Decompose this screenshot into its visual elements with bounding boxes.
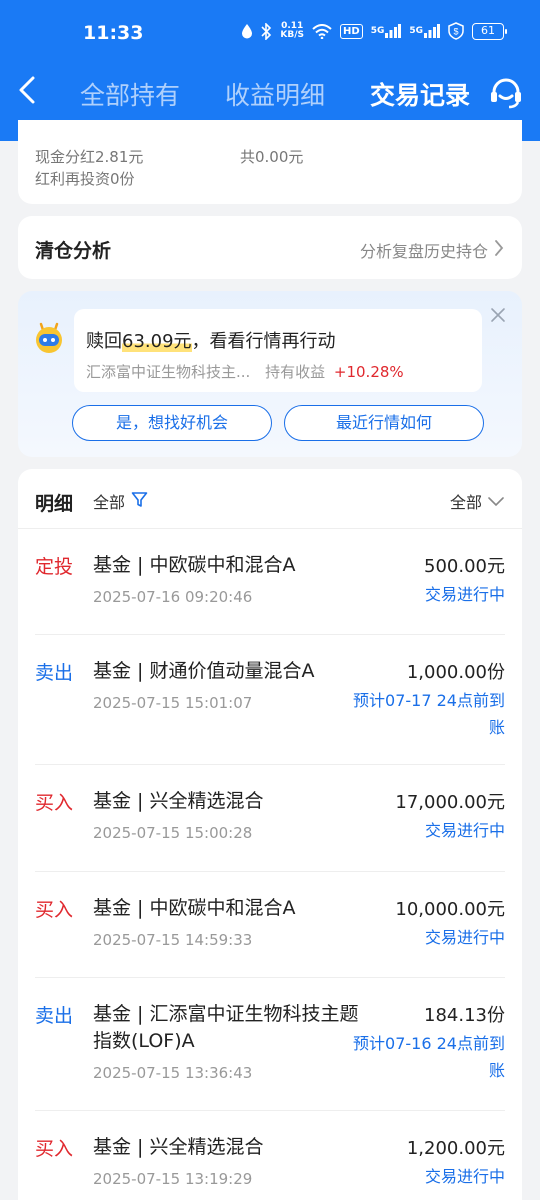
fund-name: 基金 | 兴全精选混合 [93,1136,264,1158]
transaction-row[interactable]: 买入 基金 | 兴全精选混合 2025-07-15 15:00:28 17,00… [35,765,505,872]
battery-indicator: 61 [472,22,507,40]
transaction-date: 2025-07-15 15:01:07 [93,694,253,712]
clearance-subtitle: 分析复盘历史持仓 [359,242,488,261]
transaction-type: 买入 [35,792,74,814]
chevron-right-icon [494,239,504,261]
transaction-status: 预计07-17 24点前到账 [353,691,505,737]
type-filter-label: 全部 [93,493,126,512]
assistant-promo-card: 赎回63.09元，看看行情再行动 汇添富中证生物科技主... 持有收益 +10.… [18,291,522,457]
chevron-down-icon [488,492,504,511]
holding-percent: +10.28% [333,363,404,381]
transaction-status: 交易进行中 [424,1167,505,1186]
transaction-row[interactable]: 定投 基金 | 中欧碳中和混合A 2025-07-16 09:20:46 500… [35,529,505,635]
redeem-message: 赎回63.09元，看看行情再行动 [86,327,336,353]
transaction-type: 买入 [35,899,74,921]
holding-label: 持有收益 [265,363,326,381]
transaction-amount: 10,000.00元 [395,899,505,920]
robot-assistant-icon [32,321,66,355]
shield-dollar-icon: $ [448,22,464,40]
close-icon[interactable] [490,307,506,323]
transaction-row[interactable]: 卖出 基金 | 财通价值动量混合A 2025-07-15 15:01:07 1,… [35,635,505,765]
customer-service-icon[interactable] [488,76,524,110]
fund-name: 基金 | 汇添富中证生物科技主题指数(LOF)A [93,1003,359,1052]
water-drop-icon [241,23,253,39]
wifi-icon [312,23,332,39]
list-header: 明细 全部 全部 [18,469,522,529]
back-button[interactable] [14,72,44,112]
clearance-link[interactable]: 分析复盘历史持仓 [360,238,504,262]
transaction-date: 2025-07-16 09:20:46 [93,588,253,606]
status-filter-label: 全部 [449,493,482,512]
transaction-status: 预计07-16 24点前到账 [353,1034,505,1080]
signal-label-2: 5G [409,26,423,36]
status-time: 11:33 [83,22,144,44]
transaction-row[interactable]: 买入 基金 | 兴全精选混合 2025-07-15 13:19:29 1,200… [35,1111,505,1200]
transaction-amount: 1,200.00元 [406,1138,505,1159]
redeem-amount: 63.09元 [122,331,192,352]
type-filter[interactable]: 全部 [93,489,148,513]
transaction-row[interactable]: 卖出 基金 | 汇添富中证生物科技主题指数(LOF)A 2025-07-15 1… [35,978,505,1111]
dividend-total: 共0.00元 [240,148,304,166]
transaction-row[interactable]: 买入 基金 | 中欧碳中和混合A 2025-07-15 14:59:33 10,… [35,872,505,978]
signal-icon: 5G [371,24,402,38]
clearance-title: 清仓分析 [35,240,112,262]
signal-icon-2: 5G [409,24,440,38]
market-trend-button[interactable]: 最近行情如何 [284,405,484,441]
status-bar: 11:33 0.11 KB/S HD 5G 5G $ 61 [0,0,540,70]
tab-trade-records[interactable]: 交易记录 [370,76,471,127]
transaction-type: 卖出 [35,1005,74,1027]
signal-label-1: 5G [370,26,385,36]
dividend-summary-card: 现金分红2.81元 共0.00元 红利再投资0份 [18,120,522,204]
cash-dividend: 现金分红2.81元 [35,148,144,166]
svg-text:$: $ [453,27,458,37]
transaction-amount: 500.00元 [424,556,505,577]
network-speed: 0.11 KB/S [280,22,304,40]
transaction-date: 2025-07-15 14:59:33 [93,931,253,949]
transaction-status: 交易进行中 [424,585,505,604]
transaction-status: 交易进行中 [424,928,505,947]
transaction-date: 2025-07-15 13:36:43 [93,1064,253,1082]
fund-name: 基金 | 兴全精选混合 [93,790,264,812]
reinvest-shares: 红利再投资0份 [35,170,135,188]
transaction-status: 交易进行中 [424,821,505,840]
filter-icon [131,491,148,512]
transaction-date: 2025-07-15 13:19:29 [93,1170,253,1188]
assistant-message-bubble: 赎回63.09元，看看行情再行动 汇添富中证生物科技主... 持有收益 +10.… [74,309,482,392]
tab-all-holdings[interactable]: 全部持有 [80,76,180,126]
transaction-list-card: 明细 全部 全部 定投 基金 | 中欧碳中和混合A 2025-07-16 09:… [18,469,522,1200]
transaction-date: 2025-07-15 15:00:28 [93,824,253,842]
list-title: 明细 [35,493,74,515]
tab-income-detail[interactable]: 收益明细 [225,76,325,126]
bluetooth-icon [261,22,272,40]
transaction-type: 定投 [35,556,74,578]
redeem-suffix: ，看看行情再行动 [191,331,336,352]
transaction-amount: 1,000.00份 [406,662,505,683]
status-icons: 0.11 KB/S HD 5G 5G $ 61 [241,22,507,40]
fund-holding-info: 汇添富中证生物科技主... 持有收益 +10.28% [86,361,404,382]
fund-name: 基金 | 中欧碳中和混合A [93,897,296,919]
speed-unit: KB/S [280,30,305,40]
fund-name: 基金 | 中欧碳中和混合A [93,554,296,576]
clearance-analysis-card[interactable]: 清仓分析 分析复盘历史持仓 [18,216,522,279]
transaction-amount: 17,000.00元 [395,792,505,813]
transaction-amount: 184.13份 [424,1005,505,1026]
fund-name: 基金 | 财通价值动量混合A [93,660,315,682]
header-tabs: 全部持有 收益明细 交易记录 [80,76,515,127]
status-filter[interactable]: 全部 [450,489,504,513]
promo-fund-name: 汇添富中证生物科技主... [86,363,251,381]
redeem-prefix: 赎回 [86,331,122,352]
transaction-type: 买入 [35,1138,74,1160]
find-opportunity-button[interactable]: 是，想找好机会 [72,405,272,441]
hd-badge: HD [340,23,363,39]
transaction-type: 卖出 [35,662,74,684]
